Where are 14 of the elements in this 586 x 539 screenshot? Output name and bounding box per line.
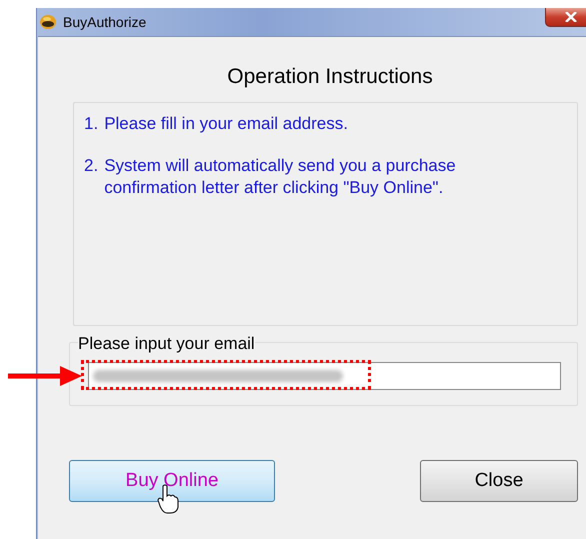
instruction-text: Please fill in your email address. bbox=[104, 113, 348, 135]
close-icon bbox=[564, 12, 576, 22]
close-button[interactable] bbox=[545, 8, 586, 27]
arrow-icon bbox=[8, 366, 82, 386]
instruction-text: System will automatically send you a purchase confirmation letter after clicking "Buy Online". bbox=[104, 155, 457, 199]
window-title: BuyAuthorize bbox=[63, 14, 146, 30]
email-field[interactable] bbox=[88, 362, 561, 390]
step-number: 2. bbox=[84, 155, 98, 177]
dialog-heading: Operation Instructions bbox=[226, 64, 434, 90]
dialog-button[interactable]: Close bbox=[420, 460, 578, 502]
step-number: 1. bbox=[84, 113, 98, 135]
app-icon bbox=[39, 14, 57, 30]
dialog-button[interactable]: Buy Online bbox=[69, 460, 275, 502]
email-label: Please input your email bbox=[78, 334, 255, 354]
